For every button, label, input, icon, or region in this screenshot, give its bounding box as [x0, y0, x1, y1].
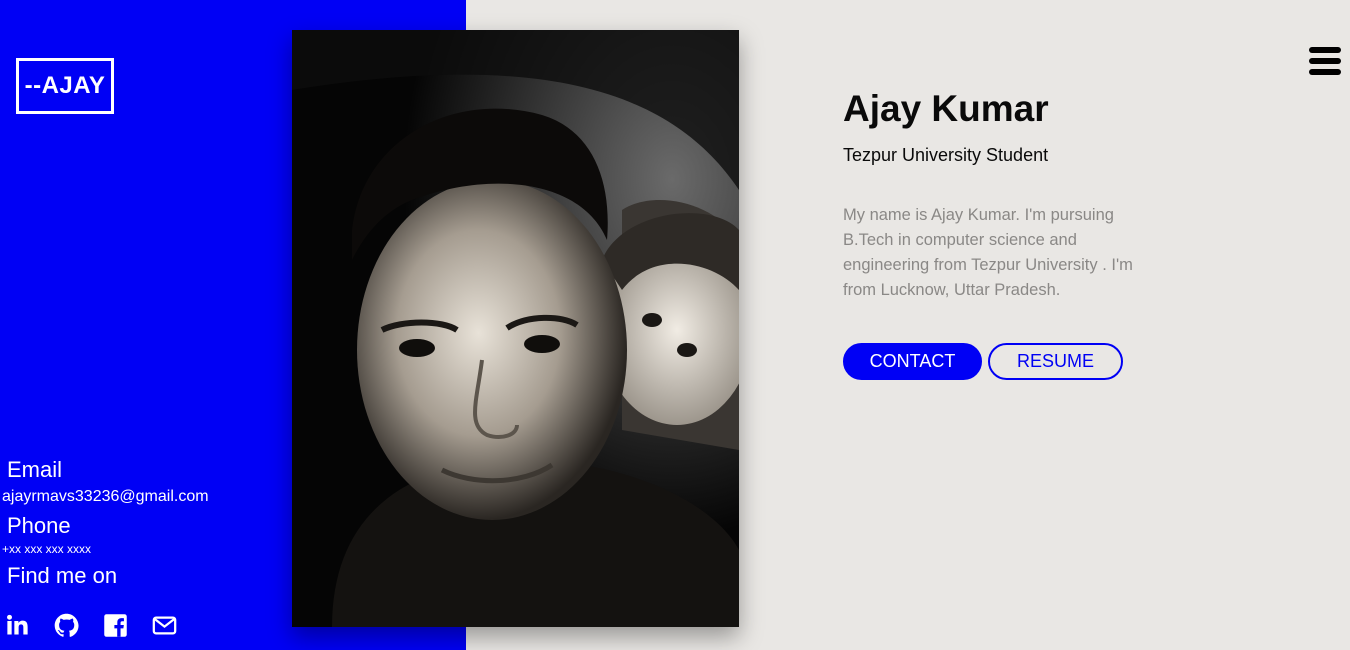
facebook-icon[interactable] [102, 612, 129, 639]
find-me-heading: Find me on [7, 563, 118, 588]
phone-value[interactable]: +xx xxx xxx xxxx [2, 540, 209, 558]
linkedin-icon[interactable] [4, 612, 31, 639]
profile-photo [292, 30, 739, 627]
mail-icon[interactable] [151, 612, 178, 639]
profile-bio: My name is Ajay Kumar. I'm pursuing B.Te… [843, 206, 1133, 299]
resume-button[interactable]: RESUME [988, 343, 1123, 380]
email-value[interactable]: ajayrmavs33236@gmail.com [2, 484, 209, 510]
logo[interactable]: --AJAY [16, 58, 114, 114]
profile-subtitle: Tezpur University Student [843, 145, 1049, 165]
phone-heading: Phone [7, 513, 71, 538]
contact-info: Email ajayrmavs33236@gmail.com Phone +xx… [0, 456, 209, 590]
email-heading: Email [7, 457, 63, 482]
profile-name: Ajay Kumar [843, 88, 1049, 129]
social-links [4, 612, 178, 639]
contact-button[interactable]: CONTACT [843, 343, 982, 380]
github-icon[interactable] [53, 612, 80, 639]
hamburger-menu-icon[interactable] [1309, 47, 1341, 75]
